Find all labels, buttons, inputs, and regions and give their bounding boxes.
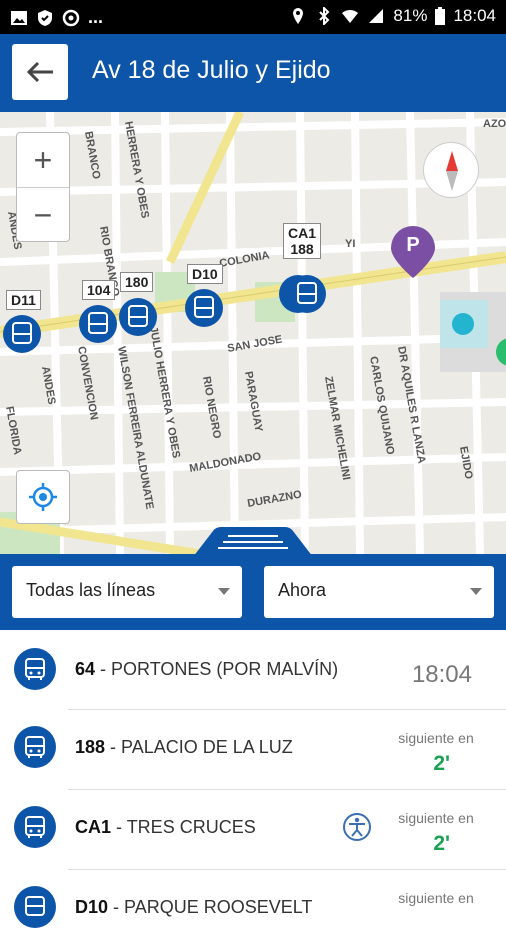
compass-icon — [446, 151, 458, 191]
lines-dropdown[interactable]: Todas las líneas — [12, 566, 242, 618]
chevron-down-icon — [470, 588, 482, 595]
street-label: AZOS — [483, 118, 506, 130]
bus-stop-label: D10 — [187, 264, 223, 284]
arrow-left-icon — [26, 61, 53, 83]
zoom-out-button[interactable]: − — [17, 188, 69, 242]
route-number: 64 — [75, 659, 96, 679]
bus-icon — [14, 648, 56, 690]
list-item[interactable]: 64 - PORTONES (POR MALVÍN) 18:04 — [0, 630, 506, 710]
page-title: Av 18 de Julio y Ejido — [92, 56, 331, 84]
list-item[interactable]: 188 - PALACIO DE LA LUZ siguiente en 2' — [0, 710, 506, 790]
route-number: D10 — [75, 897, 109, 917]
street-label: HERRERA Y OBES — [122, 120, 151, 219]
street-label: BRANCO — [82, 130, 102, 180]
route-text: D10 - PARQUE ROOSEVELT — [75, 897, 313, 917]
arrivals-list: 64 - PORTONES (POR MALVÍN) 18:04 188 - P… — [0, 630, 506, 928]
street-label: DURAZNO — [246, 489, 303, 510]
my-location-button[interactable] — [16, 470, 70, 524]
lines-dropdown-value: Todas las líneas — [26, 580, 156, 600]
time-dropdown[interactable]: Ahora — [264, 566, 494, 618]
status-bar: ... 81% 18:04 — [0, 0, 506, 34]
wifi-icon — [342, 9, 359, 23]
app-bar: Av 18 de Julio y Ejido — [0, 34, 506, 112]
gallery-icon — [11, 10, 27, 25]
eta-value: 2' — [433, 832, 450, 855]
bus-stop-label: 104 — [82, 280, 116, 300]
bus-icon — [14, 806, 56, 848]
arrival-time: 18:04 — [411, 661, 472, 688]
bluetooth-icon — [319, 7, 330, 25]
list-item[interactable]: CA1 - TRES CRUCES siguiente en 2' — [0, 790, 506, 870]
status-dots: ... — [88, 7, 104, 27]
route-text: CA1 - TRES CRUCES — [75, 817, 256, 837]
next-label: siguiente en — [398, 810, 474, 826]
compass-button[interactable] — [423, 142, 479, 198]
route-destination: PARQUE ROOSEVELT — [124, 897, 313, 917]
shield-icon — [38, 9, 52, 26]
street-label: YI — [345, 238, 355, 250]
route-number: CA1 — [75, 817, 112, 837]
street-label: MALDONADO — [188, 450, 262, 475]
bus-stop-label: CA1 188 — [283, 223, 322, 259]
street-label: PARAGUAY — [242, 370, 265, 433]
accessibility-icon — [343, 813, 371, 841]
signal-icon — [369, 9, 384, 23]
crosshair-icon — [29, 483, 57, 511]
battery-icon — [435, 7, 446, 25]
route-destination: PORTONES (POR MALVÍN) — [111, 659, 339, 679]
data-saver-icon — [62, 9, 80, 26]
street-label: EJIDO — [457, 445, 475, 480]
route-number: 188 — [75, 737, 106, 757]
next-label: siguiente en — [398, 730, 474, 746]
chevron-down-icon — [218, 588, 230, 595]
zoom-control: + − — [16, 132, 70, 242]
next-label: siguiente en — [398, 890, 474, 906]
route-text: 64 - PORTONES (POR MALVÍN) — [75, 659, 339, 679]
back-button[interactable] — [12, 44, 68, 100]
parking-label: P — [406, 234, 420, 256]
bus-stop-label: 180 — [120, 272, 154, 292]
bus-icon — [14, 726, 56, 768]
list-item[interactable]: D10 - PARQUE ROOSEVELT siguiente en — [0, 870, 506, 950]
route-destination: TRES CRUCES — [126, 817, 256, 837]
battery-percent: 81% — [393, 6, 428, 25]
route-text: 188 - PALACIO DE LA LUZ — [75, 737, 293, 757]
zoom-in-button[interactable]: + — [17, 133, 69, 187]
route-destination: PALACIO DE LA LUZ — [121, 737, 293, 757]
drag-handle[interactable] — [193, 527, 313, 557]
eta-value: 2' — [433, 752, 450, 775]
bus-icon — [14, 886, 56, 928]
bus-stop-label: D11 — [6, 290, 41, 310]
clock: 18:04 — [453, 6, 496, 25]
location-icon — [293, 8, 304, 24]
time-dropdown-value: Ahora — [278, 580, 327, 600]
